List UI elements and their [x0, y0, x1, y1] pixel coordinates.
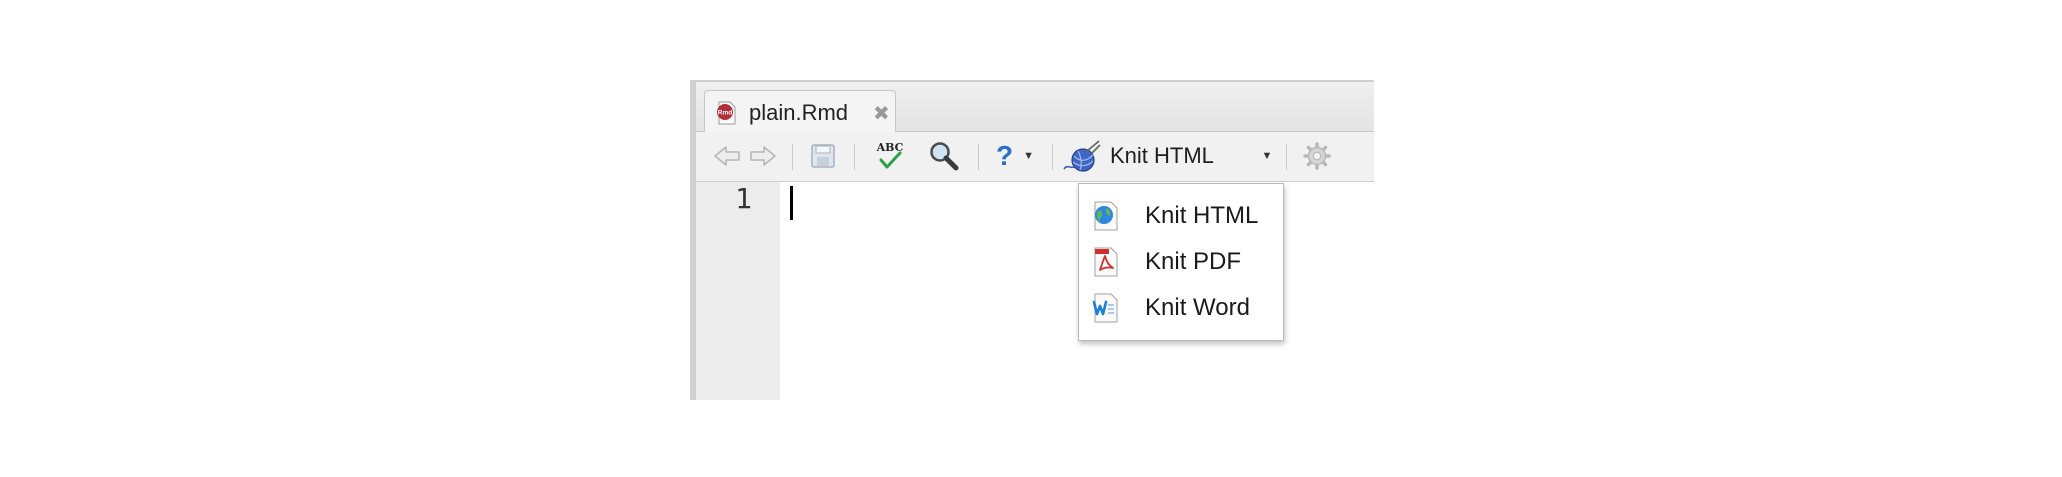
arrow-right-icon [750, 146, 776, 166]
tab-plain-rmd[interactable]: Rmd plain.Rmd ✖ [704, 90, 896, 134]
magnifier-icon [930, 142, 959, 171]
floppy-disk-icon [811, 144, 835, 168]
toolbar-separator [792, 144, 793, 170]
help-icon: ? [996, 140, 1014, 171]
close-tab-icon[interactable]: ✖ [873, 101, 890, 126]
save-button[interactable] [808, 140, 838, 172]
pdf-document-icon [1094, 247, 1118, 277]
editor-toolbar: ABC ? ▼ Knit HTML ▼ [696, 132, 1374, 182]
code-editor[interactable] [780, 182, 1374, 400]
help-button[interactable]: ? ▼ [996, 140, 1044, 172]
line-number-gutter: 1 [696, 182, 780, 400]
arrow-left-icon [714, 146, 740, 166]
toolbar-separator [1052, 144, 1053, 170]
forward-button[interactable] [748, 140, 778, 172]
chevron-down-icon: ▼ [1023, 150, 1034, 162]
toolbar-separator [854, 144, 855, 170]
html-document-icon [1094, 201, 1118, 231]
menu-item-knit-pdf[interactable]: Knit PDF [1079, 240, 1283, 284]
menu-item-knit-html[interactable]: Knit HTML [1079, 194, 1283, 238]
tab-label: plain.Rmd [749, 100, 849, 125]
word-document-icon [1092, 293, 1118, 323]
menu-item-knit-word[interactable]: Knit Word [1079, 286, 1283, 330]
knit-button-label: Knit HTML [1110, 143, 1214, 168]
menu-item-label: Knit Word [1145, 294, 1250, 321]
toolbar-separator [978, 144, 979, 170]
find-replace-button[interactable] [926, 140, 962, 172]
tab-bar: Rmd plain.Rmd ✖ [696, 80, 1374, 134]
spellcheck-button[interactable]: ABC [872, 140, 908, 172]
settings-button[interactable] [1300, 140, 1334, 172]
gear-icon [1303, 142, 1331, 170]
spellcheck-icon: ABC [876, 141, 904, 169]
svg-text:Rmd: Rmd [718, 110, 732, 117]
menu-item-label: Knit HTML [1145, 202, 1259, 229]
back-button[interactable] [712, 140, 742, 172]
toolbar-separator [1286, 144, 1287, 170]
knit-button[interactable]: Knit HTML [1062, 140, 1226, 172]
line-number: 1 [735, 182, 752, 215]
knit-dropdown-menu: Knit HTML Knit PDF Knit Word [1078, 183, 1284, 341]
rmd-file-icon: Rmd [717, 101, 736, 125]
knit-dropdown-button[interactable]: ▼ [1258, 140, 1276, 172]
menu-item-label: Knit PDF [1145, 248, 1242, 275]
chevron-down-icon: ▼ [1261, 150, 1273, 162]
yarn-ball-icon [1063, 140, 1101, 172]
text-cursor [790, 186, 793, 220]
